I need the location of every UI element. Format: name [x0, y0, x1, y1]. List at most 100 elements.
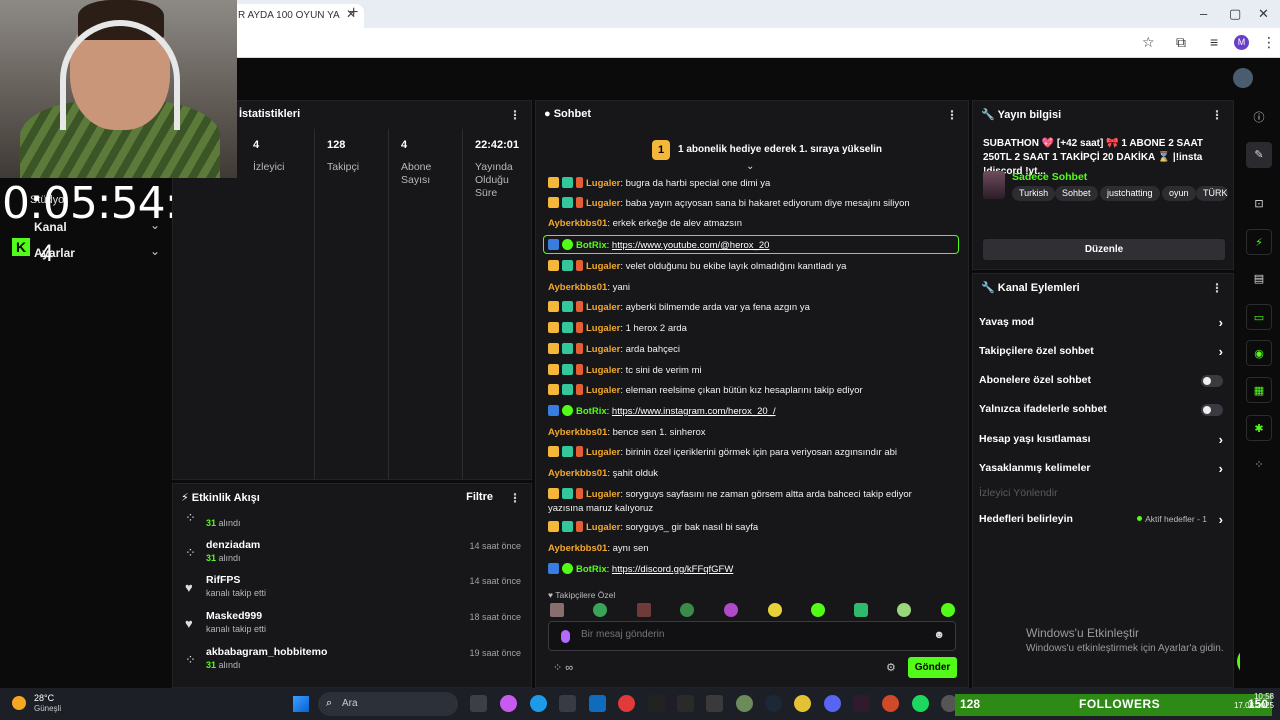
activity-user[interactable]: RifFPS — [206, 574, 240, 586]
verified-badge-icon[interactable] — [562, 563, 573, 574]
store-icon[interactable] — [559, 695, 576, 712]
crown-badge-icon[interactable] — [548, 301, 559, 312]
emotes-only-toggle[interactable] — [1201, 404, 1223, 416]
more-options-icon[interactable]: ⋮ — [1211, 281, 1223, 295]
capture-icon[interactable]: ⊡ — [1246, 191, 1272, 217]
emote[interactable] — [593, 603, 607, 617]
crown-badge-icon[interactable] — [548, 364, 559, 375]
chat-username[interactable]: Ayberkbbs01 — [548, 468, 607, 479]
app-icon[interactable] — [706, 695, 723, 712]
app-icon[interactable] — [853, 695, 870, 712]
start-button[interactable] — [293, 696, 309, 712]
chrome-icon[interactable] — [794, 695, 811, 712]
tag-chip[interactable]: Turkish — [1012, 186, 1056, 201]
layout-icon[interactable]: ▦ — [1246, 377, 1272, 403]
fire-badge-icon[interactable] — [576, 364, 583, 375]
file-explorer-icon[interactable] — [470, 695, 487, 712]
sub-badge-icon[interactable] — [562, 521, 573, 532]
gift-rank-banner[interactable]: 1 1 abonelik hediye ederek 1. sıraya yük… — [536, 129, 968, 173]
fire-badge-icon[interactable] — [576, 521, 583, 532]
chat-username[interactable]: Lugaler — [586, 198, 620, 209]
sub-badge-icon[interactable] — [562, 343, 573, 354]
chat-username[interactable]: Ayberkbbs01 — [548, 427, 607, 438]
crown-badge-icon[interactable] — [548, 322, 559, 333]
chat-username[interactable]: Lugaler — [586, 489, 620, 500]
sub-badge-icon[interactable] — [562, 322, 573, 333]
edge-icon[interactable] — [530, 695, 547, 712]
activity-user[interactable]: akbabagram_hobbitemo — [206, 646, 327, 658]
crown-badge-icon[interactable] — [548, 384, 559, 395]
emote[interactable] — [680, 603, 694, 617]
microphone-icon[interactable] — [561, 630, 570, 643]
discord-icon[interactable] — [824, 695, 841, 712]
verified-badge-icon[interactable] — [562, 405, 573, 416]
action-subscribers-only[interactable]: Abonelere özel sohbet — [979, 374, 1229, 394]
fire-badge-icon[interactable] — [576, 301, 583, 312]
bot-badge-icon[interactable] — [548, 563, 559, 574]
activity-user[interactable]: denziadam — [206, 539, 260, 551]
fire-badge-icon[interactable] — [576, 260, 583, 271]
edit-stream-button[interactable]: Düzenle — [983, 239, 1225, 260]
outlook-icon[interactable] — [589, 695, 606, 712]
action-emotes-only[interactable]: Yalnızca ifadelerle sohbet — [979, 403, 1229, 423]
action-slow-mode[interactable]: Yavaş mod › — [979, 315, 1229, 336]
emote[interactable] — [724, 603, 738, 617]
crown-badge-icon[interactable] — [548, 197, 559, 208]
sub-badge-icon[interactable] — [562, 197, 573, 208]
emote[interactable] — [854, 603, 868, 617]
app-icon[interactable] — [677, 695, 694, 712]
settings-gear-icon[interactable]: ⚙ — [886, 661, 896, 674]
activity-user[interactable]: Masked999 — [206, 610, 262, 622]
gift-icon[interactable]: ⁘ — [1246, 452, 1272, 478]
crown-badge-icon[interactable] — [548, 488, 559, 499]
bot-badge-icon[interactable] — [548, 405, 559, 416]
more-options-icon[interactable]: ⋮ — [509, 491, 521, 505]
emoji-icon[interactable]: ☻ — [933, 629, 945, 641]
browser-menu-icon[interactable]: ⋮ — [1262, 34, 1276, 51]
action-followers-only[interactable]: Takipçilere özel sohbet › — [979, 344, 1229, 365]
app-icon[interactable] — [736, 695, 753, 712]
crown-badge-icon[interactable] — [548, 343, 559, 354]
bot-badge-icon[interactable] — [548, 239, 559, 250]
verified-badge-icon[interactable] — [562, 239, 573, 250]
chat-input[interactable] — [581, 629, 921, 640]
tag-chip[interactable]: oyun — [1162, 186, 1196, 201]
chat-username[interactable]: BotRix — [576, 240, 607, 251]
maximize-icon[interactable]: ▢ — [1229, 6, 1241, 22]
emote[interactable] — [637, 603, 651, 617]
crown-badge-icon[interactable] — [548, 446, 559, 457]
pinned-toggle-icon[interactable]: ⌄ — [746, 161, 754, 172]
broadcast-icon[interactable]: ◉ — [1246, 340, 1272, 366]
crown-badge-icon[interactable] — [548, 521, 559, 532]
browser-tab[interactable]: R AYDA 100 OYUN YA — [230, 4, 364, 28]
stream-category[interactable]: Sadece Sohbet — [1012, 171, 1087, 183]
chat-link[interactable]: https://discord.gg/kFFqfGFW — [612, 564, 733, 575]
fire-badge-icon[interactable] — [576, 197, 583, 208]
crown-badge-icon[interactable] — [548, 260, 559, 271]
chat-username[interactable]: BotRix — [576, 406, 607, 417]
pencil-icon[interactable]: ✎ — [1246, 142, 1272, 168]
fire-badge-icon[interactable] — [576, 322, 583, 333]
chat-username[interactable]: Lugaler — [586, 302, 620, 313]
chat-username[interactable]: Lugaler — [586, 385, 620, 396]
fire-badge-icon[interactable] — [576, 343, 583, 354]
chat-username[interactable]: Lugaler — [586, 447, 620, 458]
action-set-goals[interactable]: Hedefleri belirleyin Aktif hedefler - 1 … — [979, 512, 1229, 533]
sub-badge-icon[interactable] — [562, 446, 573, 457]
sub-badge-icon[interactable] — [562, 301, 573, 312]
new-tab-button[interactable]: + — [349, 4, 358, 22]
info-icon[interactable]: ⓘ — [1246, 105, 1272, 131]
tag-chip[interactable]: justchatting — [1100, 186, 1160, 201]
more-options-icon[interactable]: ⋮ — [509, 108, 521, 122]
epic-games-icon[interactable] — [648, 695, 665, 712]
spotify-icon[interactable] — [912, 695, 929, 712]
emote[interactable] — [941, 603, 955, 617]
app-icon[interactable] — [882, 695, 899, 712]
taskbar-search[interactable]: ⌕ Ara — [318, 692, 458, 716]
reading-list-icon[interactable]: ≡ — [1210, 34, 1218, 50]
subscribers-only-toggle[interactable] — [1201, 375, 1223, 387]
lightning-icon[interactable]: ⚡ — [1246, 229, 1272, 255]
chat-username[interactable]: Lugaler — [586, 344, 620, 355]
steam-icon[interactable] — [765, 695, 782, 712]
chat-link[interactable]: https://www.youtube.com/@herox_20 — [612, 240, 770, 251]
